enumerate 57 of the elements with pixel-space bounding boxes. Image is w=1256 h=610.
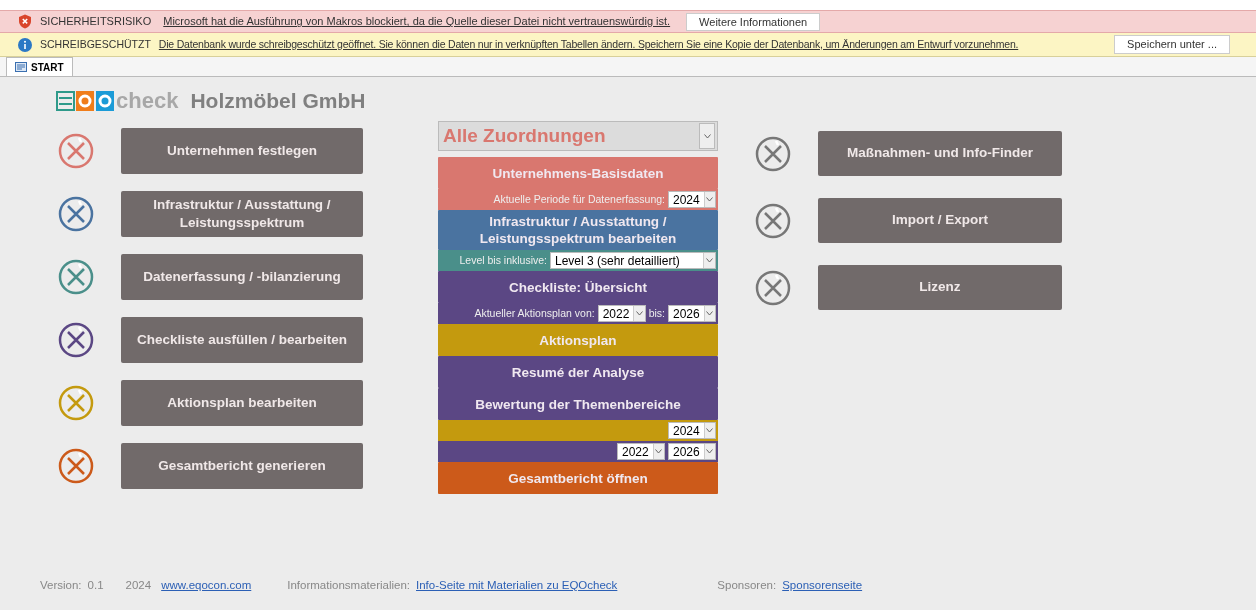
- menu-button[interactable]: Resumé der Analyse: [438, 356, 718, 388]
- dropdown-field[interactable]: 2024: [668, 191, 716, 208]
- menu-button[interactable]: Checkliste: Übersicht: [438, 271, 718, 303]
- dropdown-field[interactable]: 2022: [597, 305, 646, 322]
- year-text: 2024: [125, 577, 152, 593]
- menu-button[interactable]: Gesamtbericht öffnen: [438, 462, 718, 494]
- step-button[interactable]: Aktionsplan bearbeiten: [121, 380, 363, 426]
- menu-button[interactable]: Bewertung der Themenbereiche: [438, 388, 718, 420]
- clock-cross-icon: [754, 134, 792, 173]
- field-label: bis:: [648, 305, 665, 321]
- dropdown-field[interactable]: 2026: [668, 443, 716, 460]
- field-label: Level bis inklusive:: [459, 252, 547, 268]
- tool-button[interactable]: Import / Export: [818, 198, 1062, 243]
- chevron-down-icon: [699, 123, 715, 149]
- field-label: Aktueller Aktionsplan von:: [474, 305, 595, 321]
- sponsor-label: Sponsoren:: [717, 577, 777, 593]
- info-link[interactable]: Info-Seite mit Materialien zu EQOcheck: [416, 576, 618, 594]
- chevron-down-icon: [703, 306, 715, 321]
- step-button[interactable]: Checkliste ausfüllen / bearbeiten: [121, 317, 363, 363]
- dropdown-field[interactable]: 2026: [668, 305, 716, 322]
- warning-message-link[interactable]: Die Datenbank wurde schreibgeschützt geöffnet. Sie können die Daten nur in verknüpften Tabellen ändern. Speichern Sie eine Kopie der Datenbank, um Änderungen am Entwurf vorzunehmen.: [158, 36, 1019, 53]
- step-button[interactable]: Infrastruktur / Ausstattung / Leistungsspektrum: [121, 191, 363, 237]
- tool-button[interactable]: Lizenz: [818, 265, 1062, 310]
- chevron-down-icon: [652, 444, 664, 459]
- website-link[interactable]: www.eqocon.com: [161, 576, 252, 594]
- sponsor-link[interactable]: Sponsorenseite: [782, 576, 863, 594]
- step-button[interactable]: Datenerfassung / -bilanzierung: [121, 254, 363, 300]
- dropdown-field[interactable]: 2024: [668, 422, 716, 439]
- warning-message-link[interactable]: Microsoft hat die Ausführung von Makros blockiert, da die Quelle dieser Datei nicht vertrauenswürdig ist.: [163, 13, 671, 30]
- dropdown-field[interactable]: Level 3 (sehr detailliert): [550, 252, 716, 269]
- shield-icon: [18, 14, 32, 29]
- warning-title: SICHERHEITSRISIKO: [40, 14, 152, 30]
- chevron-down-icon: [633, 306, 645, 321]
- document-tab[interactable]: START: [6, 57, 73, 76]
- clock-cross-icon: [754, 268, 792, 307]
- form-icon: [15, 62, 27, 72]
- company-name: Holzmöbel GmbH: [190, 90, 366, 111]
- menu-button[interactable]: Infrastruktur / Ausstattung / Leistungsspektrum bearbeiten: [438, 210, 718, 250]
- logo-word: check: [116, 89, 179, 112]
- save-as-button[interactable]: Speichern unter ...: [1114, 35, 1230, 54]
- version-number: 0.1: [87, 577, 104, 593]
- chevron-down-icon: [703, 253, 715, 268]
- chevron-down-icon: [703, 444, 715, 459]
- more-info-button[interactable]: Weitere Informationen: [686, 12, 821, 31]
- dropdown-field[interactable]: 2022: [617, 443, 665, 460]
- logo-icon: [56, 90, 114, 111]
- tool-button[interactable]: Maßnahmen- und Info-Finder: [818, 131, 1062, 176]
- step-button[interactable]: Unternehmen festlegen: [121, 128, 363, 174]
- chevron-down-icon: [703, 192, 715, 207]
- warning-title: SCHREIBGESCHÜTZT: [40, 36, 151, 52]
- info-icon: [18, 37, 32, 52]
- step-button[interactable]: Gesamtbericht generieren: [121, 443, 363, 489]
- field-label: Aktuelle Periode für Datenerfassung:: [493, 191, 665, 207]
- version-label: Version:: [40, 577, 82, 593]
- clock-cross-icon: [754, 201, 792, 240]
- info-label: Informationsmaterialien:: [287, 577, 410, 593]
- chevron-down-icon: [703, 423, 715, 438]
